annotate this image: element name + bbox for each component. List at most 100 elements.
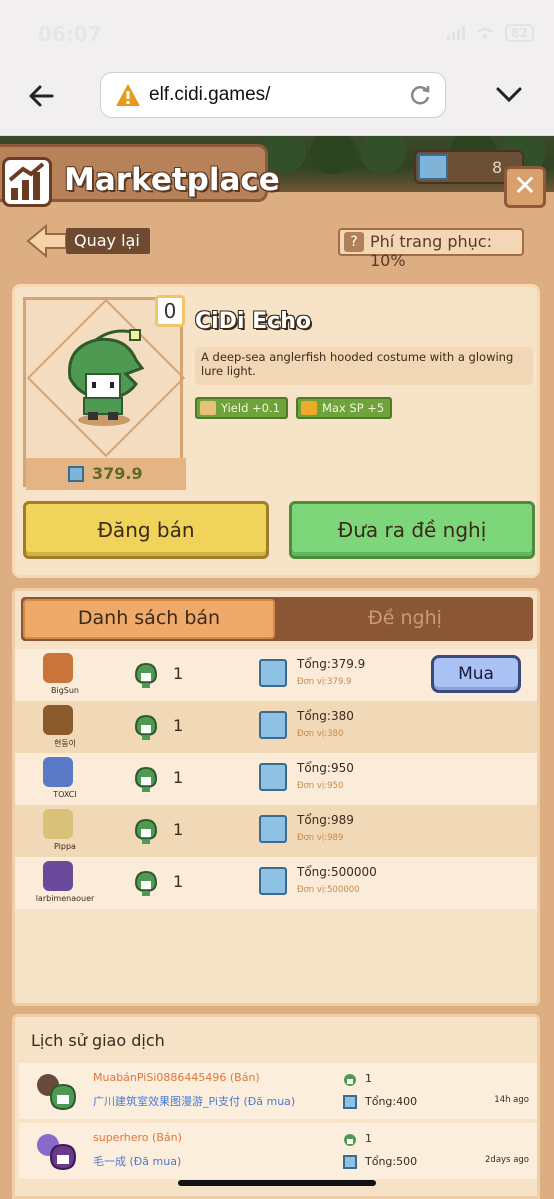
listing-total: Tổng:379.9 [297, 657, 366, 671]
listing-quantity: 1 [173, 716, 184, 735]
stat-yield: Yield +0.1 [195, 397, 288, 419]
item-name: CiDi Echo [195, 309, 311, 334]
listing-unit-price: Đơn vị:950 [297, 781, 344, 791]
listing-unit-price: Đơn vị:500000 [297, 885, 360, 895]
fee-badge: ? Phí trang phục: 10% [338, 228, 524, 270]
tab-offers[interactable]: Đề nghị [279, 599, 531, 639]
help-icon[interactable]: ? [344, 232, 364, 252]
gem-icon [259, 659, 287, 687]
browser-toolbar: elf.cidi.games/ [0, 64, 554, 136]
item-description: A deep-sea anglerfish hooded costume wit… [195, 347, 533, 385]
listing-unit-price: Đơn vị:380 [297, 729, 344, 739]
make-offer-button[interactable]: Đưa ra đề nghị [289, 501, 535, 559]
table-row: 현동이 1 Tổng:380 Đơn vị:380 [15, 701, 537, 753]
history-seller: MuabánPiSi0886445496 (Bán) [93, 1071, 260, 1084]
history-time: 2days ago [485, 1155, 529, 1165]
page-title: Marketplace [64, 162, 280, 198]
costume-icon [134, 766, 158, 792]
signal-icon [447, 26, 466, 40]
browser-back-icon[interactable] [24, 78, 60, 114]
system-icons: 82 [447, 24, 534, 42]
chevron-down-icon[interactable] [494, 82, 524, 106]
gem-icon [68, 466, 84, 482]
gem-icon [343, 1155, 357, 1169]
history-quantity: 1 [365, 1072, 372, 1085]
listing-quantity: 1 [173, 664, 184, 683]
seller-name: larbimenaouer [35, 894, 95, 903]
history-row: MuabánPiSi0886445496 (Bán) 广川建筑室效果图漫游_Pi… [19, 1063, 537, 1119]
avatar [43, 757, 73, 787]
table-row: TOXCI 1 Tổng:950 Đơn vị:950 [15, 753, 537, 805]
avatar [43, 861, 73, 891]
gem-icon [343, 1095, 357, 1109]
status-time: 06:07 [38, 22, 102, 46]
history-total: Tổng:500 [365, 1155, 418, 1168]
history-row: superhero (Bán) 毛一成 (Đã mua) 1 Tổng:500 … [19, 1123, 537, 1179]
listing-quantity: 1 [173, 768, 184, 787]
gem-icon [259, 763, 287, 791]
battery-indicator: 82 [505, 24, 534, 42]
costume-icon [344, 1074, 356, 1086]
price-value: 379.9 [92, 464, 143, 483]
transaction-history: Lịch sử giao dịch MuabánPiSi0886445496 (… [12, 1014, 540, 1199]
listing-panel: Danh sách bán Đề nghị BigSun 1 Tổng:379.… [12, 588, 540, 1006]
gem-icon [259, 711, 287, 739]
avatar [43, 809, 73, 839]
listing-total: Tổng:500000 [297, 865, 377, 879]
listing-rows: BigSun 1 Tổng:379.9 Đơn vị:379.9 Mua 현동이… [15, 649, 537, 909]
back-label: Quay lại [66, 228, 150, 254]
buy-button[interactable]: Mua [431, 655, 521, 693]
arrow-left-icon [26, 224, 67, 258]
costume-icon [344, 1134, 356, 1146]
close-button[interactable]: ✕ [504, 166, 546, 208]
table-row: larbimenaouer 1 Tổng:500000 Đơn vị:50000… [15, 857, 537, 909]
listing-quantity: 1 [173, 820, 184, 839]
history-time: 14h ago [494, 1095, 529, 1105]
avatar [37, 1134, 77, 1171]
item-price: 379.9 [26, 458, 186, 490]
avatar [37, 1074, 77, 1111]
seller-name: Pippa [54, 842, 76, 851]
history-buyer: 毛一成 (Đã mua) [93, 1155, 182, 1168]
tab-bar: Danh sách bán Đề nghị [21, 597, 533, 641]
listing-unit-price: Đơn vị:989 [297, 833, 344, 843]
stat-max-sp: Max SP +5 [295, 397, 393, 419]
history-quantity: 1 [365, 1132, 372, 1145]
gem-icon [259, 815, 287, 843]
history-seller: superhero (Bán) [93, 1131, 182, 1144]
costume-icon [134, 662, 158, 688]
avatar [43, 705, 73, 735]
tab-sale-list[interactable]: Danh sách bán [23, 599, 275, 639]
quantity-badge: 0 [155, 295, 185, 327]
history-title: Lịch sử giao dịch [31, 1031, 165, 1050]
scroll-icon [200, 401, 216, 415]
avatar [43, 653, 73, 683]
costume-icon [134, 870, 158, 896]
address-bar[interactable]: elf.cidi.games/ [100, 72, 446, 118]
seller-name: TOXCI [53, 790, 77, 799]
history-total: Tổng:400 [365, 1095, 418, 1108]
seller-name: 현동이 [53, 739, 77, 748]
item-stats: Yield +0.1 Max SP +5 [195, 397, 393, 419]
wifi-icon [477, 27, 494, 39]
history-buyer: 广川建筑室效果图漫游_Pi支付 (Đã mua) [93, 1095, 296, 1108]
game-canvas: Marketplace 8 ✕ Quay lại ? Phí trang phụ… [0, 136, 554, 1199]
table-row: Pippa 1 Tổng:989 Đơn vị:989 [15, 805, 537, 857]
item-card: 379.9 0 CiDi Echo A deep-sea anglerfish … [12, 284, 540, 578]
listing-total: Tổng:380 [297, 709, 354, 723]
listing-total: Tổng:989 [297, 813, 354, 827]
back-button[interactable]: Quay lại [26, 224, 150, 258]
costume-icon [134, 714, 158, 740]
chart-icon [2, 157, 52, 207]
status-bar: 06:07 82 [0, 0, 554, 64]
listing-unit-price: Đơn vị:379.9 [297, 677, 352, 687]
sell-button[interactable]: Đăng bán [23, 501, 269, 559]
costume-icon [134, 818, 158, 844]
gem-icon [259, 867, 287, 895]
url-text: elf.cidi.games/ [149, 84, 271, 105]
table-row: BigSun 1 Tổng:379.9 Đơn vị:379.9 Mua [15, 649, 537, 701]
title-plate: Marketplace [0, 144, 280, 207]
home-indicator[interactable] [178, 1180, 376, 1186]
reload-icon[interactable] [407, 82, 433, 108]
warning-icon [116, 84, 140, 106]
